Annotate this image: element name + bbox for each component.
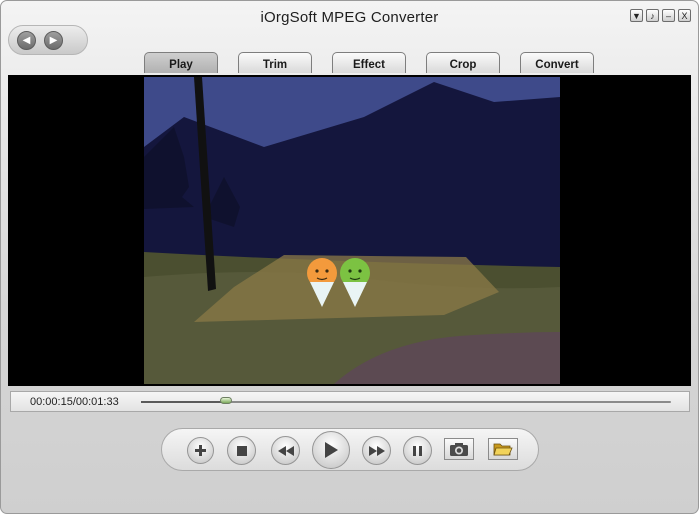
seek-thumb[interactable]: [220, 397, 233, 404]
window-controls: ▼ ♪ – X: [630, 9, 691, 22]
tab-bar: Play Trim Effect Crop Convert: [8, 52, 691, 74]
rewind-button[interactable]: [271, 436, 300, 465]
fast-forward-icon: [368, 445, 385, 456]
open-folder-icon: [493, 443, 513, 455]
menu-dropdown-icon[interactable]: ▼: [630, 9, 643, 22]
seek-bar[interactable]: 00:00:15/00:01:33: [10, 391, 690, 412]
window-title: iOrgSoft MPEG Converter: [260, 9, 439, 26]
skin-icon[interactable]: ♪: [646, 9, 659, 22]
tab-effect[interactable]: Effect: [332, 52, 406, 73]
minimize-icon[interactable]: –: [662, 9, 675, 22]
add-button[interactable]: [187, 437, 214, 464]
add-icon: [195, 445, 206, 456]
tab-play[interactable]: Play: [144, 52, 218, 73]
pause-icon: [413, 445, 422, 456]
open-folder-button[interactable]: [488, 438, 518, 460]
video-frame: [144, 77, 560, 384]
arrow-left-icon: ◀: [22, 35, 31, 46]
playback-controls: [161, 428, 539, 471]
snapshot-camera-icon: [450, 442, 468, 456]
play-button[interactable]: [312, 431, 350, 469]
tab-crop[interactable]: Crop: [426, 52, 500, 73]
tab-trim[interactable]: Trim: [238, 52, 312, 73]
fast-forward-button[interactable]: [362, 436, 391, 465]
close-icon[interactable]: X: [678, 9, 691, 22]
back-button[interactable]: ◀: [17, 31, 36, 50]
video-preview[interactable]: [8, 75, 691, 386]
tab-convert[interactable]: Convert: [520, 52, 594, 73]
navigation-pill: ◀ ▶: [8, 25, 88, 55]
play-icon: [325, 442, 338, 458]
rewind-icon: [277, 445, 294, 456]
seek-progress: [141, 401, 227, 403]
pause-button[interactable]: [403, 436, 432, 465]
forward-button[interactable]: ▶: [44, 31, 63, 50]
snapshot-button[interactable]: [444, 438, 474, 460]
time-display: 00:00:15/00:01:33: [30, 396, 119, 408]
app-window: iOrgSoft MPEG Converter ▼ ♪ – X ◀ ▶ Play…: [0, 0, 699, 514]
stop-button[interactable]: [227, 436, 256, 465]
arrow-right-icon: ▶: [49, 35, 58, 46]
stop-icon: [236, 445, 247, 456]
